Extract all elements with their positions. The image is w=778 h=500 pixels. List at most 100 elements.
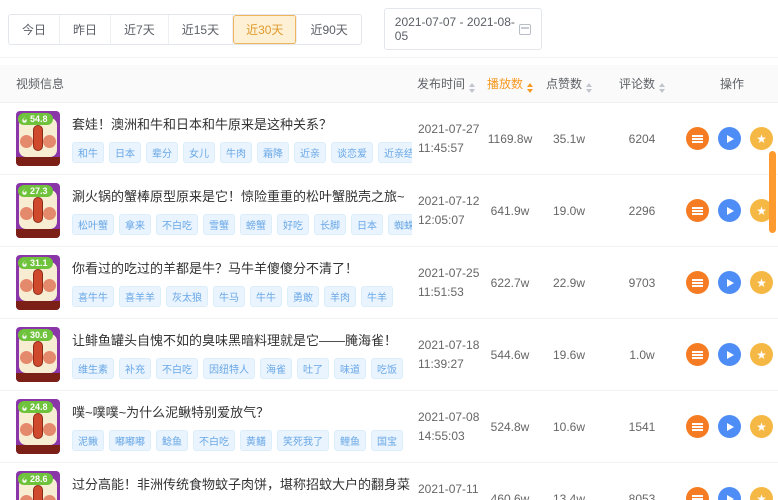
data-detail-button[interactable] xyxy=(686,487,709,500)
data-detail-button[interactable] xyxy=(686,343,709,366)
sort-icon[interactable] xyxy=(586,83,592,93)
video-tag[interactable]: 日本 xyxy=(109,142,141,163)
video-tag[interactable]: 雪蟹 xyxy=(203,214,235,235)
video-tag[interactable]: 牛牛 xyxy=(250,286,282,307)
video-tag[interactable]: 嘟嘟嘟 xyxy=(109,430,151,451)
hot-score-badge: 27.3 xyxy=(18,185,53,197)
video-tag[interactable]: 喜牛牛 xyxy=(72,286,114,307)
data-detail-button[interactable] xyxy=(686,199,709,222)
header-likes[interactable]: 点赞数 xyxy=(540,75,598,93)
play-video-button[interactable] xyxy=(718,127,741,150)
video-tag[interactable]: 谈恋爱 xyxy=(331,142,373,163)
vertical-scrollbar-thumb[interactable] xyxy=(769,151,776,233)
filter-range-button[interactable]: 昨日 xyxy=(60,15,111,44)
hot-score-value: 27.3 xyxy=(30,186,48,196)
video-thumbnail[interactable]: 54.8 xyxy=(16,111,60,166)
video-thumbnail[interactable]: 27.3 xyxy=(16,183,60,238)
data-detail-button[interactable] xyxy=(686,127,709,150)
filter-range-button[interactable]: 今日 xyxy=(9,15,60,44)
header-publish-time[interactable]: 发布时间 xyxy=(412,75,480,93)
header-plays[interactable]: 播放数 xyxy=(480,75,540,93)
video-tag[interactable]: 国宝 xyxy=(371,430,403,451)
video-tag[interactable]: 鲶鱼 xyxy=(156,430,188,451)
filter-range-button[interactable]: 近15天 xyxy=(169,15,233,44)
video-tag[interactable]: 补充 xyxy=(119,358,151,379)
sort-icon[interactable] xyxy=(527,83,533,93)
data-detail-button[interactable] xyxy=(686,415,709,438)
filter-range-button[interactable]: 近30天 xyxy=(233,15,297,44)
table-row: 31.1 你看过的吃过的羊都是牛？马牛羊傻傻分不清了！ 喜牛牛喜羊羊灰太狼牛马牛… xyxy=(0,247,778,319)
publish-clock: 11:39:27 xyxy=(418,355,480,374)
filter-range-button[interactable]: 近90天 xyxy=(297,15,360,44)
favorite-button[interactable]: ★ xyxy=(750,487,773,500)
video-tag[interactable]: 和牛 xyxy=(72,142,104,163)
favorite-button[interactable]: ★ xyxy=(750,415,773,438)
publish-date: 2021-07-18 xyxy=(418,336,480,355)
video-title[interactable]: 过分高能！非洲传统食物蚊子肉饼，堪称招蚊大户的翻身菜！ xyxy=(72,474,412,493)
video-info-cell: 54.8 套娃！澳洲和牛和日本和牛原来是这种关系？ 和牛日本辈分女儿牛肉霜降近亲… xyxy=(16,111,412,166)
video-tag[interactable]: 长脚 xyxy=(314,214,346,235)
video-tag[interactable]: 因纽特人 xyxy=(203,358,255,379)
play-video-button[interactable] xyxy=(718,271,741,294)
header-comments[interactable]: 评论数 xyxy=(598,75,686,93)
video-tag[interactable]: 不白吃 xyxy=(156,214,198,235)
video-tag[interactable]: 拿来 xyxy=(119,214,151,235)
video-tag[interactable]: 不白吃 xyxy=(156,358,198,379)
video-title[interactable]: 噗~噗噗~为什么泥鳅特别爱放气？ xyxy=(72,402,403,421)
video-tag[interactable]: 牛马 xyxy=(213,286,245,307)
video-tag[interactable]: 吐了 xyxy=(297,358,329,379)
video-tag[interactable]: 女儿 xyxy=(183,142,215,163)
video-tag[interactable]: 蜘蛛蟹 xyxy=(388,214,412,235)
video-tag[interactable]: 维生素 xyxy=(72,358,114,379)
video-tags: 和牛日本辈分女儿牛肉霜降近亲谈恋爱近亲结婚 xyxy=(72,142,412,163)
date-range-picker[interactable]: 2021-07-07 - 2021-08-05 xyxy=(384,8,542,50)
video-thumbnail[interactable]: 24.8 xyxy=(16,399,60,454)
video-tag[interactable]: 黄鳝 xyxy=(240,430,272,451)
flame-icon xyxy=(21,331,28,340)
video-tag[interactable]: 泥鳅 xyxy=(72,430,104,451)
video-tag[interactable]: 笑死我了 xyxy=(277,430,329,451)
video-text-block: 让鲱鱼罐头自愧不如的臭味黑暗料理就是它——腌海雀！ 维生素补充不白吃因纽特人海雀… xyxy=(72,330,403,379)
play-video-button[interactable] xyxy=(718,199,741,222)
favorite-button[interactable]: ★ xyxy=(750,271,773,294)
video-thumbnail[interactable]: 30.6 xyxy=(16,327,60,382)
video-tag[interactable]: 海雀 xyxy=(260,358,292,379)
video-tag[interactable]: 味道 xyxy=(334,358,366,379)
data-detail-button[interactable] xyxy=(686,271,709,294)
video-thumbnail[interactable]: 31.1 xyxy=(16,255,60,310)
likes-count: 10.6w xyxy=(540,420,598,434)
video-tag[interactable]: 勇敢 xyxy=(287,286,319,307)
video-tag[interactable]: 鲤鱼 xyxy=(334,430,366,451)
video-thumbnail[interactable]: 28.6 xyxy=(16,471,60,500)
video-tag[interactable]: 喜羊羊 xyxy=(119,286,161,307)
filter-range-button[interactable]: 近7天 xyxy=(111,15,169,44)
play-video-button[interactable] xyxy=(718,343,741,366)
video-tag[interactable]: 日本 xyxy=(351,214,383,235)
video-tag[interactable]: 螃蟹 xyxy=(240,214,272,235)
sort-icon[interactable] xyxy=(469,83,475,93)
video-tag[interactable]: 辈分 xyxy=(146,142,178,163)
video-tag[interactable]: 近亲结婚 xyxy=(378,142,412,163)
video-tag[interactable]: 牛肉 xyxy=(220,142,252,163)
video-tag[interactable]: 近亲 xyxy=(294,142,326,163)
video-tag[interactable]: 吃饭 xyxy=(371,358,403,379)
video-title[interactable]: 你看过的吃过的羊都是牛？马牛羊傻傻分不清了！ xyxy=(72,258,393,277)
video-tag[interactable]: 松叶蟹 xyxy=(72,214,114,235)
sort-icon[interactable] xyxy=(659,83,665,93)
hot-score-value: 30.6 xyxy=(30,330,48,340)
video-tag[interactable]: 霜降 xyxy=(257,142,289,163)
video-table-body: 54.8 套娃！澳洲和牛和日本和牛原来是这种关系？ 和牛日本辈分女儿牛肉霜降近亲… xyxy=(0,103,778,500)
video-tag[interactable]: 不白吃 xyxy=(193,430,235,451)
video-tag[interactable]: 牛羊 xyxy=(361,286,393,307)
video-title[interactable]: 涮火锅的蟹棒原型原来是它！惊险重重的松叶蟹脱壳之旅~ xyxy=(72,186,412,205)
video-tag[interactable]: 灰太狼 xyxy=(166,286,208,307)
video-title[interactable]: 套娃！澳洲和牛和日本和牛原来是这种关系？ xyxy=(72,114,412,133)
play-video-button[interactable] xyxy=(718,415,741,438)
mascot-cheek xyxy=(20,207,33,220)
favorite-button[interactable]: ★ xyxy=(750,127,773,150)
video-tag[interactable]: 好吃 xyxy=(277,214,309,235)
favorite-button[interactable]: ★ xyxy=(750,343,773,366)
video-tag[interactable]: 羊肉 xyxy=(324,286,356,307)
video-title[interactable]: 让鲱鱼罐头自愧不如的臭味黑暗料理就是它——腌海雀！ xyxy=(72,330,403,349)
play-video-button[interactable] xyxy=(718,487,741,500)
